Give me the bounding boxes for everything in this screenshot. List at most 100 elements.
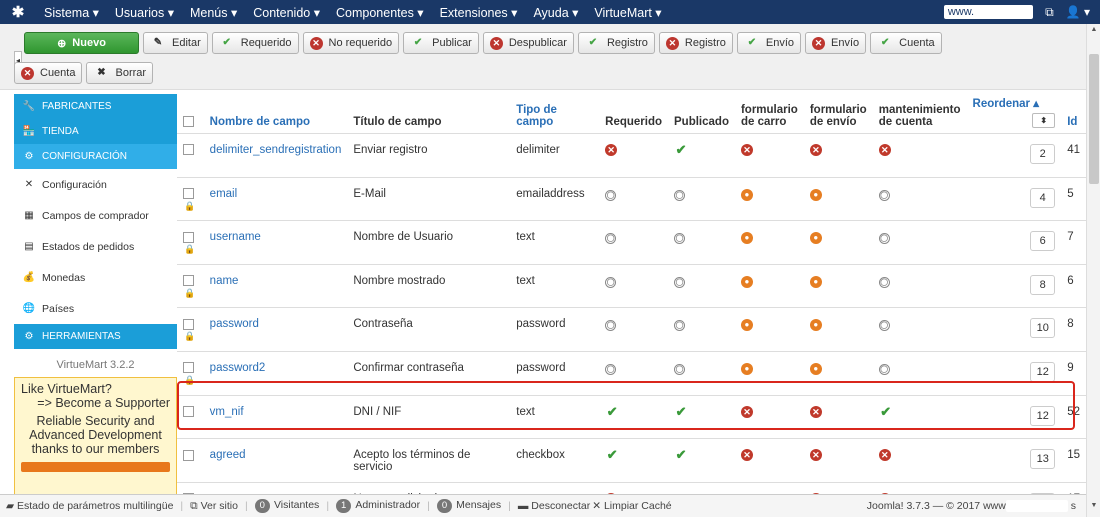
required-check-icon[interactable]: ✔ — [605, 405, 619, 418]
published-check-icon[interactable]: ✔ — [674, 448, 688, 461]
sidebar-item[interactable]: 🔧 FABRICANTES — [14, 94, 177, 119]
required-circ-icon[interactable]: ◯ — [605, 363, 617, 375]
field-name-link[interactable]: customer_note — [203, 482, 348, 494]
published-circ-icon[interactable]: ◯ — [674, 233, 686, 245]
required-check-icon[interactable]: ✔ — [605, 448, 619, 461]
nav-item[interactable]: Ayuda ▾ — [525, 5, 586, 20]
field-name-link[interactable]: vm_nif — [203, 395, 348, 440]
col-field-type[interactable]: Tipo de campo — [510, 94, 600, 134]
promo-button[interactable] — [21, 462, 170, 472]
field-name-link[interactable]: username — [203, 220, 348, 265]
field-name-link[interactable]: password2 — [203, 351, 348, 396]
field-name-link[interactable]: password — [203, 307, 348, 352]
nav-item[interactable]: Menús ▾ — [182, 5, 245, 20]
order-input[interactable]: 4 — [1030, 187, 1056, 208]
published-circ-icon[interactable]: ◯ — [674, 320, 686, 332]
published-circ-icon[interactable]: ◯ — [674, 363, 686, 375]
sidebar-item[interactable]: 🌐 Países — [14, 293, 177, 324]
published-circ-icon[interactable]: ◯ — [674, 189, 686, 201]
field-name-link[interactable]: name — [203, 264, 348, 309]
sidebar-item[interactable]: ▤ Estados de pedidos — [14, 231, 177, 262]
cart-dot-icon[interactable]: ● — [740, 362, 753, 375]
account-circ-icon[interactable]: ◯ — [878, 233, 890, 245]
edit-button[interactable]: ✎ Editar — [143, 32, 208, 54]
sidebar-item[interactable]: ✕ Configuración — [14, 169, 177, 200]
reorder-link[interactable]: Reordenar ▴ — [973, 96, 1056, 110]
nav-item[interactable]: Sistema ▾ — [36, 5, 107, 20]
row-checkbox[interactable] — [183, 144, 194, 156]
order-input[interactable]: 2 — [1030, 144, 1056, 164]
required-circ-icon[interactable]: ◯ — [605, 189, 617, 201]
row-checkbox[interactable] — [183, 406, 194, 418]
required-circ-icon[interactable]: ◯ — [605, 233, 617, 245]
delete-button[interactable]: ✖ Borrar — [86, 62, 154, 84]
sidebar-item[interactable]: ⚙ CONFIGURACIÓN — [14, 144, 177, 169]
scroll-down-arrow[interactable]: ▼ — [1089, 502, 1099, 512]
registro-on-button[interactable]: ✔ Registro — [577, 32, 655, 54]
field-name-link[interactable]: agreed — [203, 438, 348, 483]
published-circ-icon[interactable]: ◯ — [674, 276, 686, 288]
order-input[interactable]: 13 — [1030, 449, 1056, 470]
shipment-dot-icon[interactable]: ● — [809, 275, 822, 288]
sidebar-item[interactable]: 💰 Monedas — [14, 262, 177, 293]
cart-dot-icon[interactable]: ● — [740, 319, 753, 332]
nav-item[interactable]: VirtueMart ▾ — [586, 5, 669, 20]
shipment-x-icon[interactable]: ✕ — [809, 405, 822, 418]
envio-on-button[interactable]: ✔ Envío — [736, 32, 802, 54]
account-circ-icon[interactable]: ◯ — [878, 189, 890, 201]
cart-x-icon[interactable]: ✕ — [740, 144, 753, 156]
col-id[interactable]: Id — [1061, 94, 1086, 134]
external-link-icon[interactable]: ⧉ — [1045, 5, 1054, 20]
registro-off-button[interactable]: ✕ Registro — [658, 32, 733, 54]
view-site-link[interactable]: ⧉ Ver sitio — [190, 500, 238, 513]
account-x-icon[interactable]: ✕ — [878, 144, 891, 156]
published-check-icon[interactable]: ✔ — [674, 143, 688, 156]
col-field-name[interactable]: Nombre de campo — [203, 94, 348, 134]
account-check-icon[interactable]: ✔ — [879, 405, 893, 418]
logout-link[interactable]: ▬ Desconectar — [518, 500, 590, 512]
shipment-dot-icon[interactable]: ● — [809, 362, 822, 375]
order-input[interactable]: 8 — [1030, 274, 1056, 295]
unpublish-button[interactable]: ✕ Despublicar — [482, 32, 574, 54]
required-circ-icon[interactable]: ◯ — [605, 276, 617, 288]
account-circ-icon[interactable]: ◯ — [878, 276, 890, 288]
sidebar-item[interactable]: ⚙ HERRAMIENTAS — [14, 324, 177, 349]
row-checkbox[interactable] — [183, 449, 194, 461]
cuenta-on-button[interactable]: ✔ Cuenta — [870, 32, 942, 54]
order-input[interactable]: 12 — [1030, 405, 1056, 426]
shipment-dot-icon[interactable]: ● — [809, 188, 822, 201]
envio-off-button[interactable]: ✕ Envío — [805, 32, 867, 54]
select-all-checkbox[interactable] — [183, 116, 194, 128]
sidebar-item[interactable]: 🏪 TIENDA — [14, 119, 177, 144]
field-name-link[interactable]: email — [203, 177, 348, 222]
row-checkbox[interactable] — [183, 275, 194, 287]
account-x-icon[interactable]: ✕ — [878, 449, 891, 462]
shipment-x-icon[interactable]: ✕ — [809, 449, 822, 462]
required-circ-icon[interactable]: ◯ — [605, 320, 617, 332]
sidebar-item[interactable]: ▦ Campos de comprador — [14, 200, 177, 231]
cart-dot-icon[interactable]: ● — [740, 275, 753, 288]
account-circ-icon[interactable]: ◯ — [878, 363, 890, 375]
multilang-status[interactable]: ▰ Estado de parámetros multilingüe — [6, 500, 173, 512]
scroll-up-arrow[interactable]: ▲ — [1089, 26, 1099, 36]
user-menu[interactable]: 👤 ▾ — [1066, 5, 1090, 19]
cart-x-icon[interactable]: ✕ — [740, 449, 753, 462]
publish-button[interactable]: ✔ Publicar — [403, 32, 479, 54]
order-input[interactable]: 10 — [1030, 318, 1056, 339]
field-name-link[interactable]: delimiter_sendregistration — [203, 133, 348, 178]
order-input[interactable]: 6 — [1030, 231, 1056, 252]
messages-status[interactable]: 0 Mensajes — [436, 499, 501, 513]
nav-item[interactable]: Extensiones ▾ — [432, 5, 526, 20]
clear-cache-link[interactable]: ✕ Limpiar Caché — [592, 500, 671, 512]
account-circ-icon[interactable]: ◯ — [878, 320, 890, 332]
order-input[interactable]: 12 — [1030, 361, 1056, 382]
required-button[interactable]: ✔ Requerido — [211, 32, 299, 54]
site-link[interactable]: www. — [943, 5, 1034, 19]
nav-item[interactable]: Contenido ▾ — [245, 5, 328, 20]
cart-dot-icon[interactable]: ● — [740, 232, 753, 245]
required-x-icon[interactable]: ✕ — [605, 144, 618, 156]
scroll-thumb[interactable] — [1089, 54, 1099, 184]
joomla-logo-icon[interactable]: ✱ — [0, 3, 36, 21]
shipment-dot-icon[interactable]: ● — [809, 319, 822, 332]
shipment-dot-icon[interactable]: ● — [809, 232, 822, 245]
